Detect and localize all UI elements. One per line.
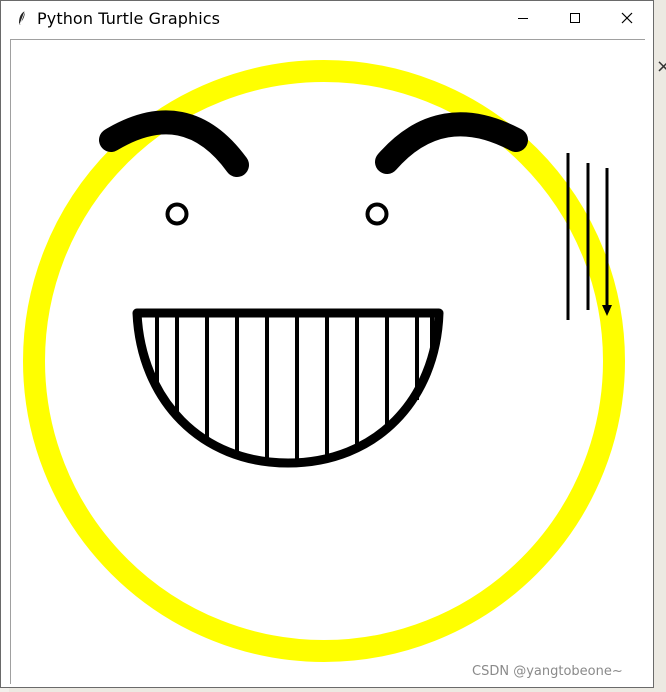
maximize-icon — [570, 13, 580, 23]
minimize-button[interactable] — [497, 1, 549, 35]
turtle-window: Python Turtle Graphics — [0, 0, 654, 688]
window-controls — [497, 1, 653, 35]
minimize-icon — [518, 18, 528, 19]
turtle-canvas[interactable] — [10, 39, 645, 684]
close-icon — [621, 12, 633, 24]
smiley-drawing — [23, 60, 625, 662]
feather-icon — [11, 1, 33, 35]
left-eye — [165, 202, 189, 226]
mouth-outline — [132, 308, 444, 468]
maximize-button[interactable] — [549, 1, 601, 35]
watermark: CSDN @yangtobeone~ — [472, 664, 623, 679]
background-close-glyph: × — [656, 56, 666, 77]
right-eyebrow — [375, 112, 528, 174]
window-title: Python Turtle Graphics — [37, 8, 221, 28]
right-eye — [365, 202, 389, 226]
close-button[interactable] — [601, 1, 653, 35]
title-bar[interactable]: Python Turtle Graphics — [1, 1, 653, 35]
